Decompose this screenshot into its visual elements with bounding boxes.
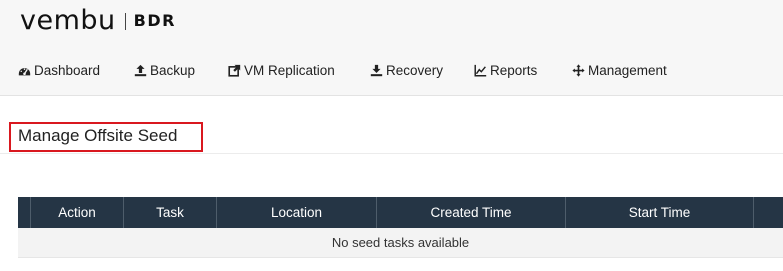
column-header-start-time[interactable]: Start Time xyxy=(566,197,754,228)
nav-dashboard-label: Dashboard xyxy=(34,62,101,78)
nav-backup-label: Backup xyxy=(150,62,196,78)
nav-reports-label: Reports xyxy=(490,62,538,78)
table-header: Action Task Location Created Time Start … xyxy=(18,197,783,228)
column-header-task[interactable]: Task xyxy=(124,197,217,228)
nav-vm-replication[interactable]: VM Replication xyxy=(228,59,335,81)
main-nav: Dashboard Backup VM Replication Recovery… xyxy=(0,59,783,81)
column-header-created-time[interactable]: Created Time xyxy=(377,197,566,228)
replicate-icon xyxy=(228,64,241,77)
empty-table-message: No seed tasks available xyxy=(18,228,783,258)
download-icon xyxy=(370,64,383,76)
column-header-location[interactable]: Location xyxy=(217,197,377,228)
nav-management[interactable]: Management xyxy=(572,59,667,81)
arrows-icon xyxy=(572,63,585,77)
title-divider xyxy=(0,153,783,154)
app-header: vembu BDR Dashboard Backup VM Replicatio… xyxy=(0,0,783,96)
brand-product: BDR xyxy=(133,11,176,30)
nav-recovery-label: Recovery xyxy=(386,62,444,78)
nav-backup[interactable]: Backup xyxy=(134,59,195,81)
page-title: Manage Offsite Seed xyxy=(18,126,178,145)
upload-icon xyxy=(134,64,147,76)
nav-dashboard[interactable]: Dashboard xyxy=(18,59,100,81)
nav-reports[interactable]: Reports xyxy=(474,59,537,81)
dashboard-icon xyxy=(18,67,31,75)
nav-recovery[interactable]: Recovery xyxy=(370,59,443,81)
nav-vm-replication-label: VM Replication xyxy=(244,62,335,78)
column-header-overflow xyxy=(754,197,783,228)
nav-management-label: Management xyxy=(588,62,667,78)
brand-separator xyxy=(124,12,126,30)
column-header-select xyxy=(18,197,31,228)
column-header-action[interactable]: Action xyxy=(31,197,124,228)
seed-tasks-table: Action Task Location Created Time Start … xyxy=(18,197,783,258)
brand-logo[interactable]: vembu BDR xyxy=(20,5,176,37)
brand-name: vembu xyxy=(20,5,116,36)
line-chart-icon xyxy=(474,64,487,77)
